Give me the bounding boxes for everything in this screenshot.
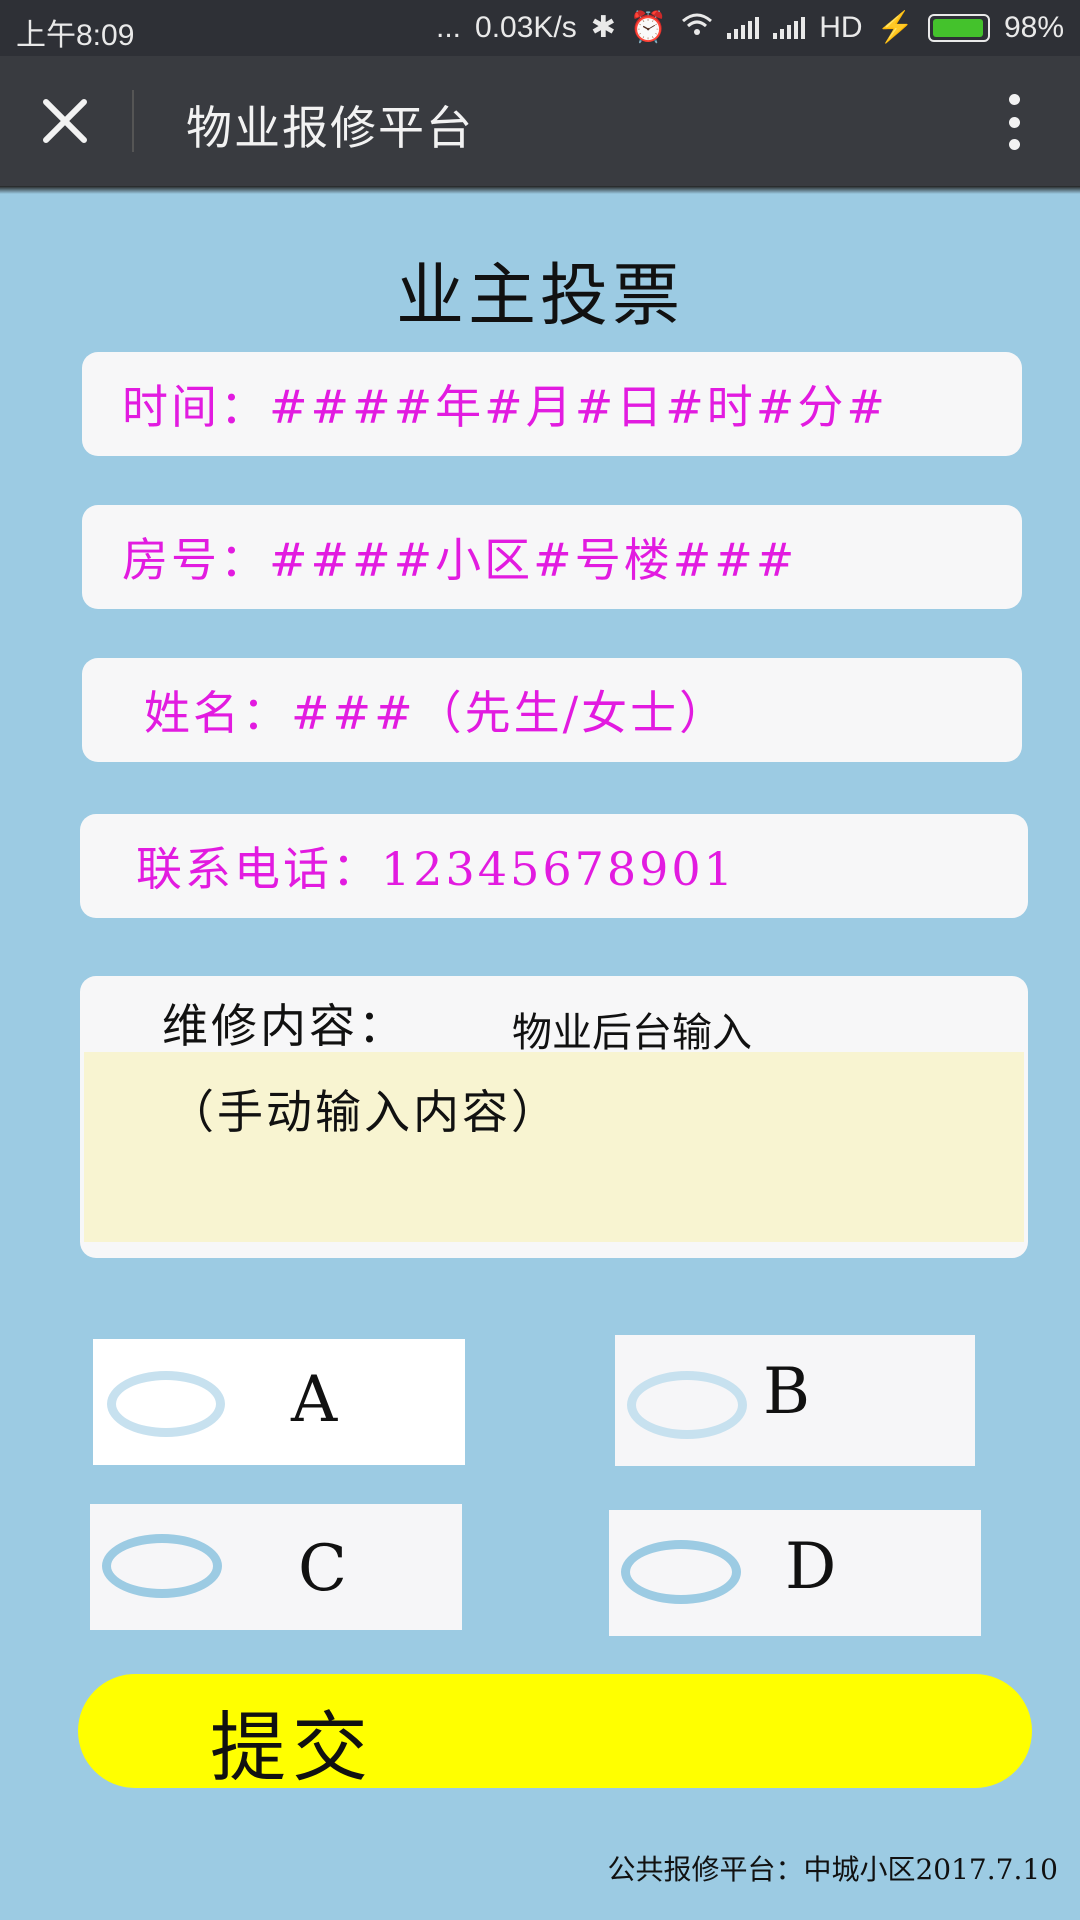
network-speed: 0.03K/s (475, 10, 577, 44)
time-field: 时间：####年#月#日#时#分# (82, 352, 1022, 456)
option-label-d: D (785, 1530, 837, 1604)
page-title: 物业报修平台 (186, 101, 474, 155)
more-notifications-icon: ... (436, 10, 462, 44)
vote-option-c[interactable]: C (90, 1504, 462, 1630)
hd-label: HD (819, 10, 863, 44)
more-menu-icon[interactable] (1004, 94, 1024, 150)
radio-icon[interactable] (621, 1540, 741, 1604)
status-time: 上午8:09 (16, 19, 135, 52)
vote-option-d[interactable]: D (609, 1510, 981, 1636)
submit-label: 提交 (210, 1703, 374, 1792)
option-label-a: A (291, 1363, 338, 1437)
bluetooth-icon: ✱ (590, 11, 616, 44)
repair-content-input[interactable]: （手动输入内容） (84, 1052, 1024, 1242)
wifi-icon (681, 11, 713, 45)
status-right: ... 0.03K/s ✱ ⏰ HD ⚡ 98% (436, 10, 1064, 45)
radio-icon[interactable] (627, 1371, 747, 1439)
name-field: 姓名：###（先生/女士） (82, 658, 1022, 762)
form-heading: 业主投票 (395, 257, 684, 336)
radio-icon[interactable] (107, 1371, 225, 1437)
repair-placeholder: （手动输入内容） (168, 1085, 560, 1139)
footer-text: 公共报修平台：中城小区2017.7.10 (607, 1853, 1058, 1886)
signal-icon-2 (773, 16, 806, 39)
signal-icon (727, 16, 760, 39)
charging-icon: ⚡ (876, 11, 914, 44)
alarm-icon: ⏰ (629, 11, 668, 44)
nav-shadow (0, 186, 1080, 194)
radio-icon[interactable] (102, 1534, 222, 1598)
name-field-text: 姓名：###（先生/女士） (144, 686, 729, 740)
phone-field-text: 联系电话：12345678901 (136, 842, 736, 896)
room-field-text: 房号：####小区#号楼### (122, 533, 798, 587)
option-label-b: B (763, 1355, 811, 1429)
option-label-c: C (298, 1532, 347, 1606)
vote-option-a[interactable]: A (93, 1339, 465, 1465)
nav-bar: 物业报修平台 (0, 56, 1080, 186)
repair-label: 维修内容： (162, 999, 407, 1053)
nav-divider (132, 90, 134, 152)
status-bar: 上午8:09 ... 0.03K/s ✱ ⏰ HD ⚡ 98% (0, 0, 1080, 56)
phone-field: 联系电话：12345678901 (80, 814, 1028, 918)
time-field-text: 时间：####年#月#日#时#分# (122, 380, 888, 434)
repair-content-box: 维修内容： 物业后台输入 （手动输入内容） (80, 976, 1028, 1258)
repair-hint: 物业后台输入 (512, 1010, 752, 1056)
room-field: 房号：####小区#号楼### (82, 505, 1022, 609)
submit-button[interactable]: 提交 (78, 1674, 1032, 1792)
vote-option-b[interactable]: B (615, 1335, 975, 1466)
battery-icon (927, 13, 990, 42)
battery-percent: 98% (1003, 10, 1064, 44)
close-icon[interactable] (36, 92, 94, 150)
